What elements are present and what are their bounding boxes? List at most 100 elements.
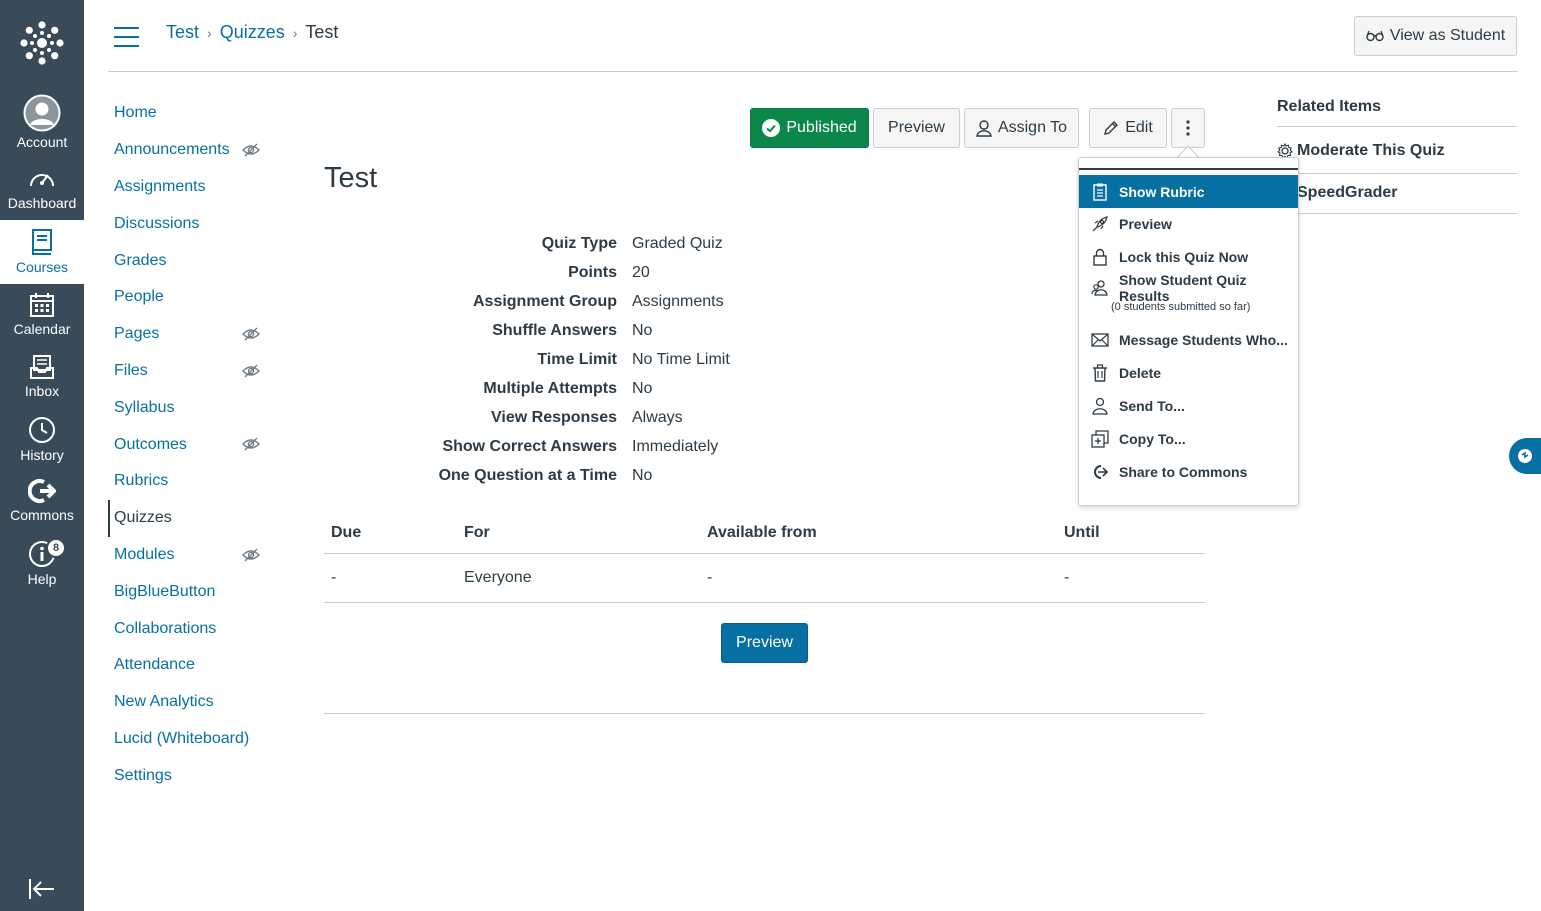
course-nav-label: Files [114,361,148,379]
course-nav-item-lucid-whiteboard[interactable]: Lucid (Whiteboard) [108,721,278,758]
menu-item-show-student-quiz-results[interactable]: Show Student Quiz Results [1079,272,1298,304]
envelope-icon [1091,331,1109,349]
detail-value: No Time Limit [632,350,730,368]
course-nav-item-settings[interactable]: Settings [108,757,278,794]
detail-label: Multiple Attempts [483,379,617,397]
more-vertical-icon [1186,120,1190,136]
menu-item-show-rubric[interactable]: Show Rubric [1079,175,1298,208]
assign-to-button[interactable]: Assign To [964,108,1079,148]
table-cell: - [1057,553,1205,603]
commons-icon [28,479,56,503]
course-nav-item-assignments[interactable]: Assignments [108,169,278,206]
course-menu-toggle-icon[interactable] [114,27,140,47]
course-nav-item-files[interactable]: Files [108,353,278,390]
course-nav-label: Lucid (Whiteboard) [114,729,250,747]
menu-item-send-to[interactable]: Send To... [1079,389,1298,422]
detail-row: One Question at a Time No [324,461,924,490]
eye-hidden-icon [242,548,260,567]
more-options-button[interactable] [1171,108,1205,148]
help-notification-badge: 8 [46,538,66,558]
global-nav-commons[interactable]: Commons [0,470,84,532]
course-nav-item-collaborations[interactable]: Collaborations [108,610,278,647]
due-dates-table: Due For Available from Until - Everyone … [324,513,1205,603]
course-nav-label: Attendance [114,656,195,674]
global-nav-calendar[interactable]: Calendar [0,284,84,346]
course-nav-item-home[interactable]: Home [108,95,278,132]
breadcrumb-quizzes[interactable]: Quizzes [220,22,285,43]
breadcrumb-current: Test [305,22,339,42]
table-cell: - [700,553,1057,603]
column-header-until: Until [1057,513,1205,554]
detail-value: No [632,466,653,484]
lock-icon [1091,248,1109,266]
course-nav-item-attendance[interactable]: Attendance [108,647,278,684]
course-nav-label: Syllabus [114,398,175,416]
detail-label: Time Limit [537,350,617,368]
menu-item-preview[interactable]: Preview [1079,207,1298,240]
breadcrumb-course[interactable]: Test [166,22,199,43]
course-nav-item-quizzes[interactable]: Quizzes [108,499,278,537]
view-as-student-label: View as Student [1389,27,1506,44]
related-items-heading: Related Items [1277,98,1382,115]
global-nav-dashboard[interactable]: Dashboard [0,158,84,220]
rocket-icon [1091,215,1109,233]
detail-label: One Question at a Time [438,466,617,484]
copy-icon [1091,429,1109,448]
course-nav-item-new-analytics[interactable]: New Analytics [108,684,278,721]
detail-value: Immediately [632,437,719,455]
user-avatar-icon [23,94,61,132]
course-nav-item-modules[interactable]: Modules [108,537,278,574]
course-nav-item-people[interactable]: People [108,279,278,316]
course-nav-item-rubrics[interactable]: Rubrics [108,463,278,500]
view-as-student-button[interactable]: View as Student [1354,16,1517,56]
menu-item-label: Lock this Quiz Now [1119,248,1249,265]
course-nav-item-pages[interactable]: Pages [108,316,278,353]
chat-widget-button[interactable] [1509,438,1541,474]
menu-item-lock-this-quiz-now[interactable]: Lock this Quiz Now [1079,240,1298,273]
menu-item-label: Show Rubric [1119,183,1205,200]
course-nav-item-grades[interactable]: Grades [108,242,278,279]
detail-row: Quiz Type Graded Quiz [324,229,924,258]
course-nav-item-outcomes[interactable]: Outcomes [108,426,278,463]
breadcrumb: Test › Quizzes › Test [166,22,338,43]
preview-quiz-button[interactable]: Preview [721,623,808,663]
course-nav-label: Outcomes [114,435,187,453]
detail-value: 20 [632,263,650,281]
published-button[interactable]: Published [750,108,869,148]
chat-icon [1518,449,1532,463]
menu-item-message-students-who[interactable]: Message Students Who... [1079,323,1298,356]
course-nav-item-announcements[interactable]: Announcements [108,132,278,169]
course-nav-label: Grades [114,251,167,269]
course-nav-item-discussions[interactable]: Discussions [108,205,278,242]
menu-item-share-to-commons[interactable]: Share to Commons [1079,455,1298,488]
course-nav-item-bigbluebutton[interactable]: BigBlueButton [108,573,278,610]
eye-hidden-icon [242,327,260,346]
global-nav-label: Commons [10,507,74,523]
menu-divider [1079,168,1298,170]
global-nav-help[interactable]: 8 Help [0,532,84,594]
published-label: Published [786,119,857,136]
menu-item-delete[interactable]: Delete [1079,356,1298,389]
calendar-icon [30,293,54,317]
course-nav-item-syllabus[interactable]: Syllabus [108,389,278,426]
collapse-nav-icon[interactable] [28,876,56,902]
table-cell: Everyone [457,553,700,603]
preview-label: Preview [888,119,945,136]
moderate-quiz-link[interactable]: Moderate This Quiz [1277,142,1445,160]
global-nav-account[interactable]: Account [0,86,84,150]
detail-row: Multiple Attempts No [324,374,924,403]
global-nav-inbox[interactable]: Inbox [0,346,84,408]
menu-item-copy-to[interactable]: Copy To... [1079,422,1298,455]
global-nav-label: Help [27,571,57,587]
check-circle-icon [762,119,781,137]
global-nav-label: Dashboard [7,195,77,211]
canvas-logo-icon[interactable] [0,0,84,86]
preview-button[interactable]: Preview [873,108,960,148]
inbox-icon [30,355,54,379]
page-title: Test [324,162,378,194]
menu-item-label: Delete [1119,364,1162,381]
global-nav-courses[interactable]: Courses [0,220,84,284]
edit-button[interactable]: Edit [1089,108,1167,148]
menu-item-label: Share to Commons [1119,463,1248,480]
global-nav-history[interactable]: History [0,408,84,470]
